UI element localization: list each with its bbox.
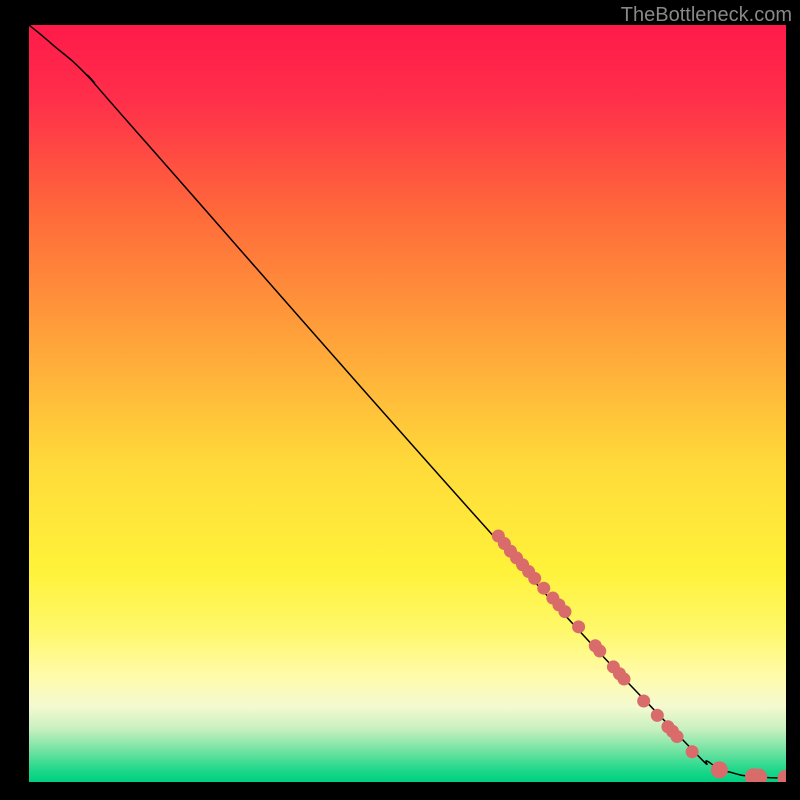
data-point: [651, 709, 664, 722]
data-point: [528, 572, 541, 585]
data-point: [686, 745, 699, 758]
data-point: [572, 620, 585, 633]
watermark-text: TheBottleneck.com: [621, 4, 792, 27]
data-point: [618, 673, 631, 686]
chart-svg: [29, 25, 786, 782]
data-point: [637, 695, 650, 708]
chart-plot-area: [29, 25, 786, 782]
data-point: [670, 730, 683, 743]
data-point: [593, 645, 606, 658]
data-point: [537, 582, 550, 595]
data-point: [711, 761, 728, 778]
data-point: [558, 605, 571, 618]
